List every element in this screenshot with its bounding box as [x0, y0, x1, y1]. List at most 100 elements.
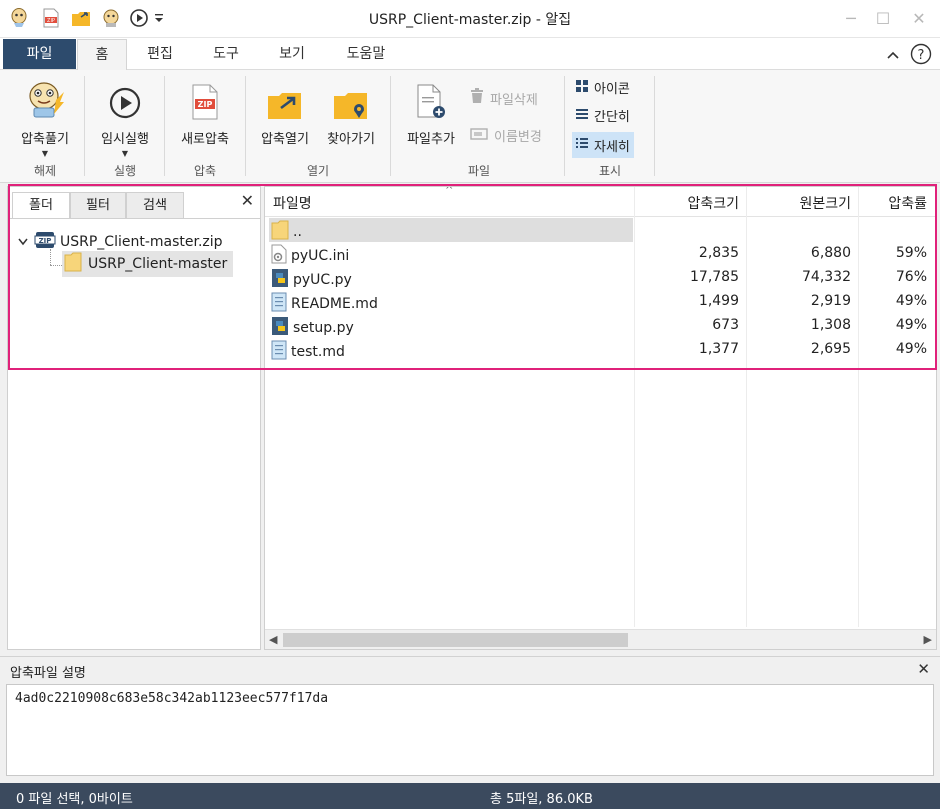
ribbon-divider [564, 76, 565, 176]
group-label-zip: 압축 [193, 164, 217, 178]
file-list: ^ 파일명 압축크기 원본크기 압축률 .. pyUC.ini 2,835 6,88… [264, 186, 937, 650]
file-name: pyUC.ini [291, 248, 350, 264]
maximize-icon[interactable]: ☐ [872, 8, 894, 30]
window-title: USRP_Client-master.zip - 알집 [368, 12, 572, 28]
table-row[interactable]: setup.py 673 1,308 49% [265, 314, 936, 338]
folder-icon [271, 220, 289, 244]
detail-list-icon [576, 137, 588, 153]
close-window-icon[interactable]: ✕ [908, 8, 930, 30]
view-icons-button[interactable]: 아이콘 [576, 78, 630, 97]
column-header-original[interactable]: 원본크기 [747, 193, 851, 213]
open-zip-button[interactable]: 압축열기 [252, 78, 318, 147]
status-total: 총 5파일, 86.0KB [490, 792, 593, 807]
compression-ratio: 76% [895, 269, 927, 285]
tab-help[interactable]: 도움말 [330, 39, 402, 70]
open-zip-label: 압축열기 [261, 132, 309, 147]
folder-location-icon [318, 78, 384, 120]
file-name: test.md [291, 344, 345, 360]
table-row[interactable]: README.md 1,499 2,919 49% [265, 290, 936, 314]
add-file-icon [398, 78, 464, 120]
delete-file-label: 파일삭제 [490, 92, 538, 108]
table-row[interactable]: pyUC.ini 2,835 6,880 59% [265, 242, 936, 266]
extract-icon [10, 78, 80, 120]
view-icons-label: 아이콘 [594, 82, 630, 97]
tab-search[interactable]: 검색 [126, 192, 184, 219]
ribbon: 압축풀기 ▼ 해제 임시실행 ▼ 실행 ZIP 새로압축 압축 압축열기 찾아가… [0, 70, 940, 183]
view-simple-button[interactable]: 간단히 [576, 106, 630, 125]
chevron-down-icon[interactable] [18, 234, 28, 250]
svg-text:?: ? [918, 48, 925, 63]
original-size: 6,880 [810, 245, 851, 261]
file-name: README.md [291, 296, 378, 312]
view-simple-label: 간단히 [594, 110, 630, 125]
tab-folder[interactable]: 폴더 [12, 192, 70, 219]
column-header-name[interactable]: 파일명 [273, 193, 312, 213]
tree-child[interactable]: USRP_Client-master [62, 251, 234, 277]
status-bar: 0 파일 선택, 0바이트 총 5파일, 86.0KB [0, 783, 940, 809]
group-label-extract: 해제 [33, 164, 57, 178]
tab-view[interactable]: 보기 [266, 39, 318, 70]
horizontal-scrollbar[interactable]: ◀ ▶ [265, 629, 936, 649]
menu-bar: 파일 홈 편집 도구 보기 도움말 ? [0, 38, 940, 70]
scrollbar-thumb[interactable] [283, 633, 628, 647]
ini-file-icon [271, 244, 287, 268]
temp-run-dropdown-icon[interactable]: ▼ [90, 149, 160, 158]
extract-label: 압축풀기 [21, 132, 69, 147]
file-name: pyUC.py [293, 272, 352, 288]
compression-ratio: 49% [895, 341, 927, 357]
svg-text:ZIP: ZIP [39, 237, 52, 245]
tree-root-label: USRP_Client-master.zip [60, 234, 223, 250]
packed-size: 1,377 [698, 341, 739, 357]
text-file-icon [271, 292, 287, 316]
extract-dropdown-icon[interactable]: ▼ [10, 149, 80, 158]
python-file-icon [271, 316, 289, 340]
tab-filter[interactable]: 필터 [70, 192, 126, 219]
original-size: 2,695 [810, 341, 851, 357]
ribbon-divider [390, 76, 391, 176]
table-row[interactable]: pyUC.py 17,785 74,332 76% [265, 266, 936, 290]
open-folder-icon [252, 78, 318, 120]
tab-edit[interactable]: 편집 [134, 39, 186, 70]
list-item-parent[interactable]: .. [265, 218, 936, 242]
view-detail-button[interactable]: 자세히 [572, 132, 634, 158]
zip-archive-icon: ZIP [34, 230, 56, 254]
folder-icon [64, 252, 82, 276]
comment-header: 압축파일 설명 ✕ [0, 656, 940, 682]
python-file-icon [271, 268, 289, 292]
file-name: setup.py [293, 320, 354, 336]
rename-button[interactable]: 이름변경 [470, 126, 542, 145]
status-selection: 0 파일 선택, 0바이트 [16, 792, 133, 807]
scroll-right-icon[interactable]: ▶ [924, 633, 932, 646]
help-icon[interactable]: ? [910, 43, 932, 69]
table-row[interactable]: test.md 1,377 2,695 49% [265, 338, 936, 362]
add-file-button[interactable]: 파일추가 [398, 78, 464, 147]
tab-tools[interactable]: 도구 [200, 39, 252, 70]
original-size: 74,332 [802, 269, 851, 285]
packed-size: 673 [712, 317, 739, 333]
delete-file-button[interactable]: 파일삭제 [470, 88, 538, 108]
new-zip-button[interactable]: ZIP 새로압축 [170, 78, 240, 147]
minimize-icon[interactable]: ─ [840, 8, 862, 30]
menu-file[interactable]: 파일 [3, 39, 76, 69]
add-file-label: 파일추가 [407, 132, 455, 147]
group-label-file: 파일 [467, 164, 491, 178]
close-panel-icon[interactable]: ✕ [241, 191, 254, 210]
ribbon-divider [245, 76, 246, 176]
folder-panel: 폴더 필터 검색 ✕ ZIP USRP_Client-master.zip US… [7, 186, 261, 650]
packed-size: 2,835 [698, 245, 739, 261]
close-comment-icon[interactable]: ✕ [917, 660, 930, 678]
column-header-ratio[interactable]: 압축률 [859, 193, 927, 213]
scroll-left-icon[interactable]: ◀ [269, 633, 277, 646]
extract-button[interactable]: 압축풀기 ▼ [10, 78, 80, 158]
tab-home[interactable]: 홈 [77, 39, 127, 70]
collapse-ribbon-icon[interactable] [886, 49, 900, 64]
tree-child-label: USRP_Client-master [88, 256, 228, 272]
rename-icon [470, 127, 488, 144]
temp-run-button[interactable]: 임시실행 ▼ [90, 78, 160, 158]
comment-text[interactable]: 4ad0c2210908c683e58c342ab1123eec577f17da [6, 684, 934, 776]
browse-button[interactable]: 찾아가기 [318, 78, 384, 147]
column-header-packed[interactable]: 압축크기 [635, 193, 739, 213]
new-zip-label: 새로압축 [181, 132, 229, 147]
packed-size: 1,499 [698, 293, 739, 309]
compression-ratio: 59% [895, 245, 927, 261]
